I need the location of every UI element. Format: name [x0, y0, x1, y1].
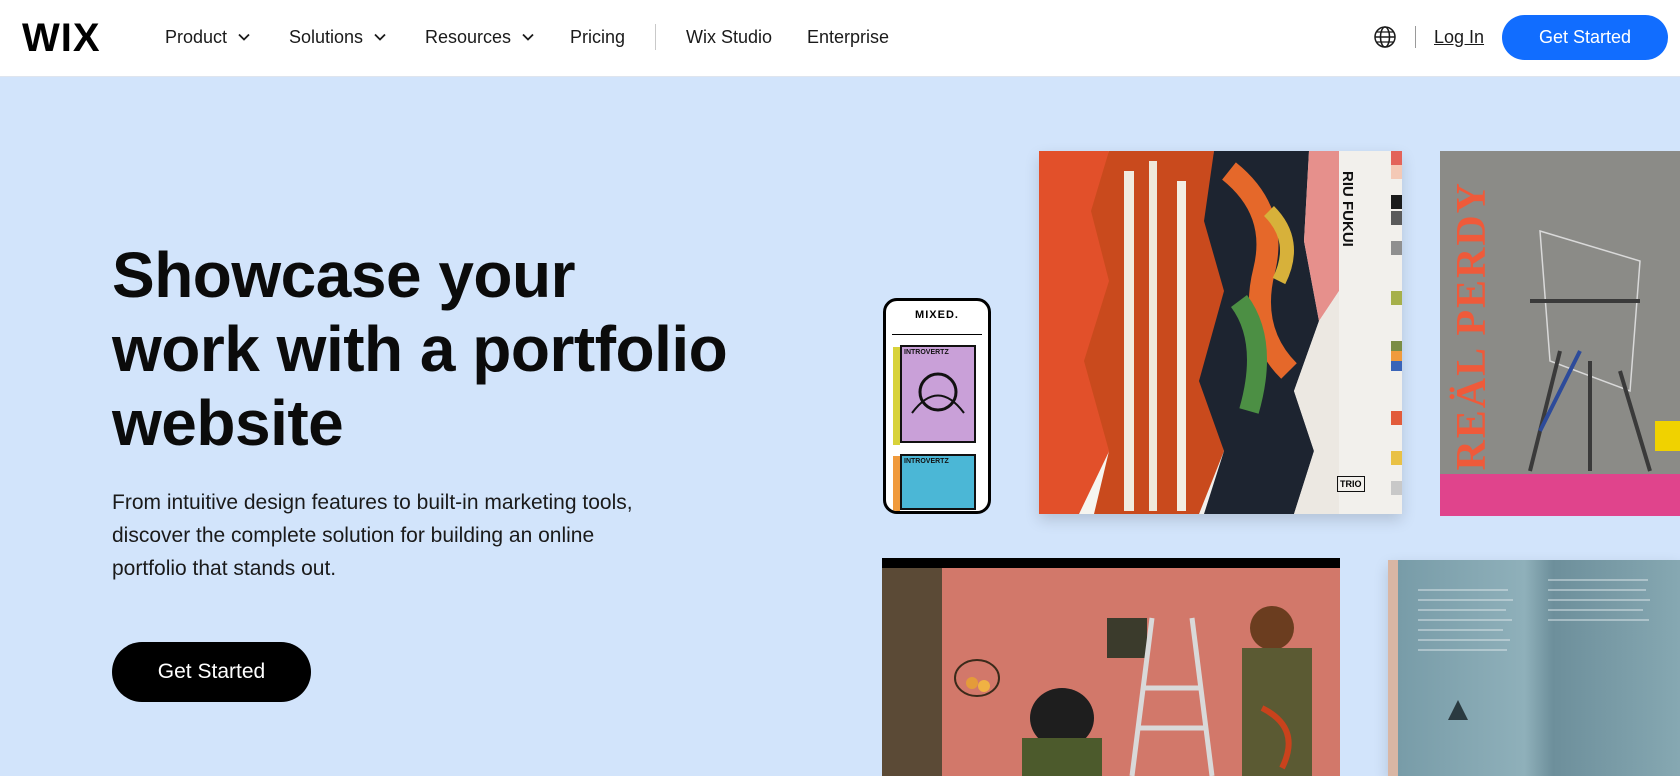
nav-pricing-label: Pricing	[570, 27, 626, 47]
nav-wix-studio-label: Wix Studio	[686, 27, 773, 47]
nav-solutions-label: Solutions	[289, 27, 364, 47]
book-spread-photo	[1388, 560, 1680, 776]
phone-mockup: MIXED. INTROVERTZ INTROVERTZ	[883, 298, 991, 514]
top-navigation: WIX Product Solutions Resources Pricing …	[0, 0, 1680, 77]
poster-pink-band	[1440, 474, 1680, 516]
nav-wix-studio[interactable]: Wix Studio	[686, 24, 772, 50]
collage-poster: RIU FUKUI TRIO	[1039, 151, 1402, 514]
nav-product[interactable]: Product	[165, 24, 253, 50]
nav-resources[interactable]: Resources	[425, 24, 537, 50]
hero-subtitle: From intuitive design features to built-…	[112, 491, 633, 580]
nav-enterprise[interactable]: Enterprise	[807, 24, 889, 50]
login-link[interactable]: Log In	[1434, 24, 1484, 50]
phone-header: MIXED.	[892, 309, 982, 335]
nav-product-label: Product	[165, 27, 228, 47]
hero-title: Showcase your work with a portfolio webs…	[112, 239, 728, 459]
get-started-button[interactable]: Get Started	[1502, 15, 1668, 60]
nav-divider	[655, 24, 656, 50]
chevron-down-icon	[374, 33, 386, 41]
poster-illustration	[911, 372, 965, 414]
nav-solutions[interactable]: Solutions	[289, 24, 389, 50]
nav-pricing[interactable]: Pricing	[570, 24, 625, 50]
chevron-down-icon	[238, 33, 250, 41]
design-poster: REÄL PERDY	[1440, 151, 1680, 516]
chevron-down-icon	[522, 33, 534, 41]
photo-scene-graphic	[882, 568, 1312, 776]
phone-poster-2-title: INTROVERTZ	[904, 458, 949, 465]
nav-resources-label: Resources	[425, 27, 512, 47]
phone-poster-1-title: INTROVERTZ	[904, 349, 949, 356]
book-text-graphic	[1388, 560, 1650, 776]
poster-title-text: REÄL PERDY	[1449, 181, 1495, 471]
wix-logo[interactable]: WIX	[22, 18, 101, 58]
color-swatch-strip	[1391, 151, 1402, 495]
phone-poster-1: INTROVERTZ	[893, 345, 976, 445]
nav-enterprise-label: Enterprise	[807, 27, 890, 47]
hero-get-started-button[interactable]: Get Started	[112, 642, 311, 702]
nav-divider	[1415, 26, 1416, 48]
poster-title-text: RIU FUKUI	[1339, 171, 1356, 247]
poster-badge: TRIO	[1337, 476, 1365, 492]
globe-icon[interactable]	[1373, 25, 1397, 49]
phone-poster-2: INTROVERTZ	[893, 454, 976, 511]
portfolio-photo	[882, 558, 1340, 776]
